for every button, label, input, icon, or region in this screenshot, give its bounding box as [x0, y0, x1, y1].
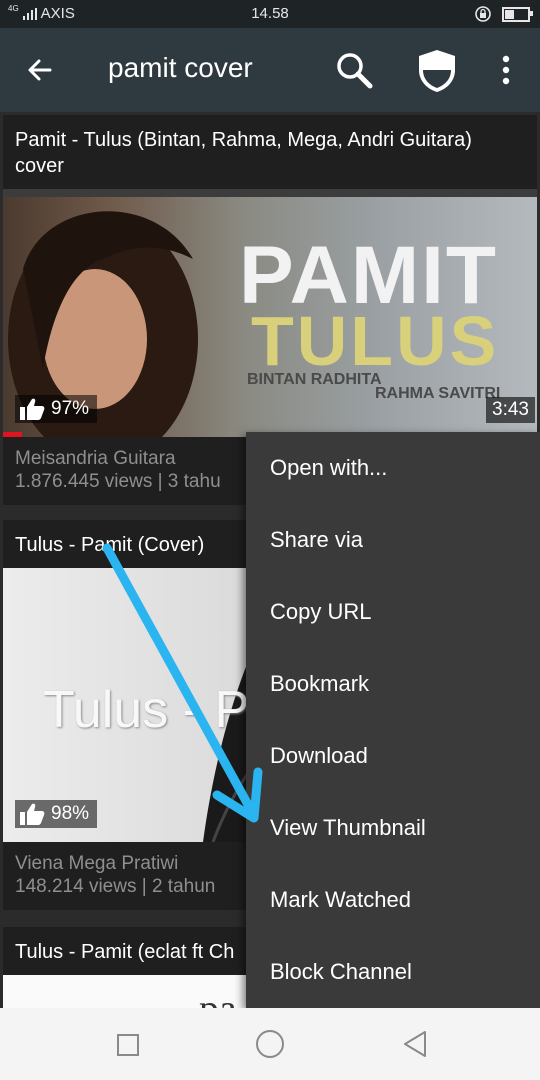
square-recent-icon[interactable]	[117, 1034, 139, 1056]
menu-item-block-channel[interactable]: Block Channel	[246, 936, 540, 1008]
thumbs-up-icon	[20, 398, 45, 420]
circle-home-icon[interactable]	[256, 1030, 284, 1058]
menu-item-view-thumbnail[interactable]: View Thumbnail	[246, 792, 540, 864]
shield-icon[interactable]	[416, 48, 458, 94]
menu-item-copy-url[interactable]: Copy URL	[246, 576, 540, 648]
clock: 14.58	[251, 5, 289, 22]
search-icon[interactable]	[334, 50, 374, 90]
back-arrow-icon[interactable]	[24, 54, 56, 86]
like-ratio-badge: 98%	[15, 800, 98, 828]
thumbnail-text: Tulus - Pa	[43, 681, 279, 739]
menu-item-open-with[interactable]: Open with...	[246, 432, 540, 504]
thumbnail-text: pa	[199, 985, 237, 1008]
triangle-back-icon[interactable]	[402, 1030, 428, 1058]
thumbs-up-icon	[20, 803, 45, 825]
video-duration: 3:43	[486, 397, 535, 423]
like-ratio-badge: 97%	[15, 395, 98, 423]
thumbnail-name-2: RAHMA SAVITRI	[375, 385, 501, 402]
menu-item-download[interactable]: Download	[246, 720, 540, 792]
like-percent: 97%	[51, 398, 90, 419]
system-nav-bar	[0, 1008, 540, 1080]
search-query-title[interactable]: pamit cover	[108, 52, 253, 84]
rotation-lock-icon	[475, 6, 491, 22]
thumbnail-text-sub: TULUS	[251, 302, 500, 380]
video-title[interactable]: Pamit - Tulus (Bintan, Rahma, Mega, Andr…	[3, 115, 537, 189]
battery-icon	[502, 6, 533, 22]
watched-progress-bar	[3, 432, 22, 437]
like-percent: 98%	[51, 803, 90, 824]
status-bar: 4G AXIS 14.58	[0, 0, 540, 28]
more-vert-icon[interactable]	[494, 52, 518, 88]
menu-item-mark-watched[interactable]: Mark Watched	[246, 864, 540, 936]
context-menu: Open with... Share via Copy URL Bookmark…	[246, 432, 540, 1008]
video-thumbnail[interactable]: PAMIT TULUS BINTAN RADHITA RAHMA SAVITRI…	[3, 189, 537, 437]
menu-item-share-via[interactable]: Share via	[246, 504, 540, 576]
thumbnail-name-1: BINTAN RADHITA	[247, 371, 382, 388]
app-bar: pamit cover	[0, 28, 540, 112]
menu-item-bookmark[interactable]: Bookmark	[246, 648, 540, 720]
status-right	[474, 5, 533, 23]
